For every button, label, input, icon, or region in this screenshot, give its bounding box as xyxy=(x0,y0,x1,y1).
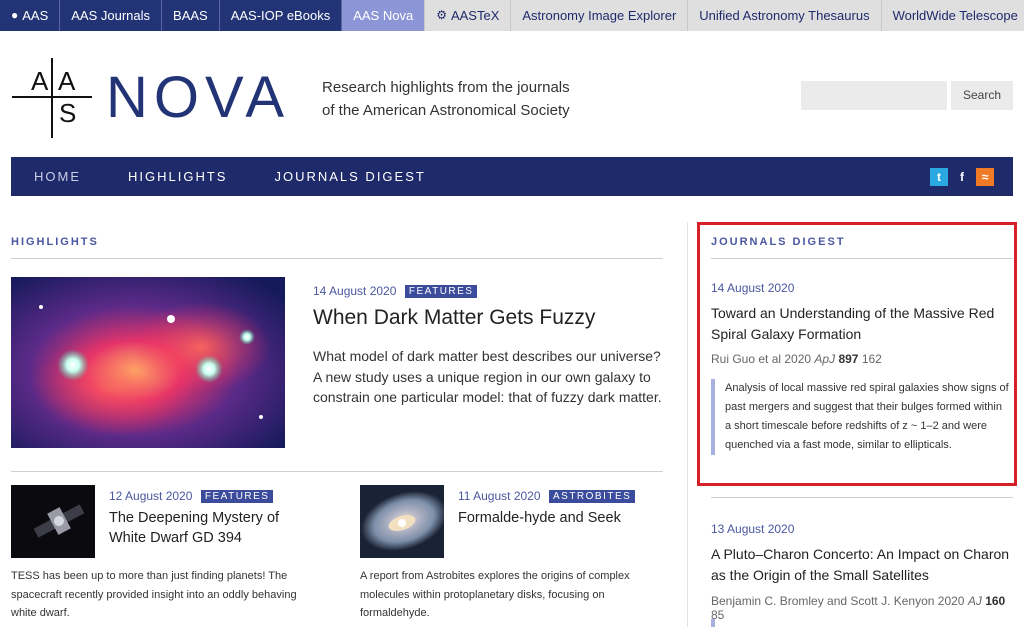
digest-heading: JOURNALS DIGEST xyxy=(711,236,846,248)
social-links: t f ≈ xyxy=(930,168,994,186)
card-title[interactable]: Formalde-hyde and Seek xyxy=(458,508,658,528)
abstract-bar xyxy=(711,619,715,627)
card-image-protoplanetary-disk[interactable] xyxy=(360,485,444,558)
card-meta: 11 August 2020 ASTROBITES xyxy=(458,487,636,505)
topbar-link-thesaurus[interactable]: Unified Astronomy Thesaurus xyxy=(688,0,882,31)
digest-citation: Benjamin C. Bromley and Scott J. Kenyon … xyxy=(711,594,1006,622)
aas-logo[interactable]: A A S xyxy=(12,58,92,138)
topbar-link-ebooks[interactable]: AAS-IOP eBooks xyxy=(219,0,343,31)
divider xyxy=(11,258,663,259)
feature-title[interactable]: When Dark Matter Gets Fuzzy xyxy=(313,306,595,330)
topbar-link-aastex[interactable]: ⚙ AASTeX xyxy=(425,0,512,31)
feature-summary: What model of dark matter best describes… xyxy=(313,348,662,405)
tagline: Research highlights from the journals of… xyxy=(322,79,570,119)
nav-highlights[interactable]: HIGHLIGHTS xyxy=(128,169,227,184)
column-divider xyxy=(687,222,688,627)
feature-badge[interactable]: FEATURES xyxy=(404,285,478,298)
digest-citation: Rui Guo et al 2020 ApJ 897 162 xyxy=(711,352,882,366)
gear-icon: ⚙ xyxy=(436,8,447,22)
card-meta: 12 August 2020 FEATURES xyxy=(109,487,274,505)
card-summary: A report from Astrobites explores the or… xyxy=(360,570,630,619)
topbar-link-image-explorer[interactable]: Astronomy Image Explorer xyxy=(511,0,689,31)
digest-date: 14 August 2020 xyxy=(711,281,795,295)
topbar-link-baas[interactable]: BAAS xyxy=(162,0,220,31)
digest-abstract: Analysis of local massive red spiral gal… xyxy=(711,379,1009,455)
divider xyxy=(711,258,1013,259)
feature-date: 14 August 2020 xyxy=(313,284,397,298)
digest-title[interactable]: Toward an Understanding of the Massive R… xyxy=(711,303,1011,345)
highlights-heading: HIGHLIGHTS xyxy=(11,236,99,248)
digest-title[interactable]: A Pluto–Charon Concerto: An Impact on Ch… xyxy=(711,544,1021,586)
nav-home[interactable]: HOME xyxy=(34,169,81,184)
feature-image[interactable] xyxy=(11,277,285,448)
facebook-icon[interactable]: f xyxy=(953,168,971,186)
rss-icon[interactable]: ≈ xyxy=(976,168,994,186)
card-image-white-dwarf[interactable] xyxy=(11,485,95,558)
divider xyxy=(711,497,1013,498)
topbar-link-aas-journals[interactable]: AAS Journals xyxy=(60,0,163,31)
digest-date: 13 August 2020 xyxy=(711,522,795,536)
twitter-icon[interactable]: t xyxy=(930,168,948,186)
feature-meta: 14 August 2020 FEATURES xyxy=(313,282,478,300)
top-site-bar: ● AAS AAS Journals BAAS AAS-IOP eBooks A… xyxy=(0,0,1024,31)
topbar-link-aas-nova[interactable]: AAS Nova xyxy=(342,0,426,31)
topbar-link-worldwide-telescope[interactable]: WorldWide Telescope xyxy=(882,0,1024,31)
search-input[interactable] xyxy=(801,81,947,110)
main-nav: HOME HIGHLIGHTS JOURNALS DIGEST t f ≈ xyxy=(11,157,1013,196)
search-button[interactable]: Search xyxy=(951,81,1013,110)
topbar-link-aas[interactable]: ● AAS xyxy=(0,0,61,31)
brand-title[interactable]: NOVA xyxy=(106,64,290,131)
card-title[interactable]: The Deepening Mystery of White Dwarf GD … xyxy=(109,508,309,548)
globe-icon: ● xyxy=(11,8,19,22)
card-summary: TESS has been up to more than just findi… xyxy=(11,570,297,619)
nav-journals-digest[interactable]: JOURNALS DIGEST xyxy=(274,169,425,184)
divider xyxy=(11,471,663,472)
